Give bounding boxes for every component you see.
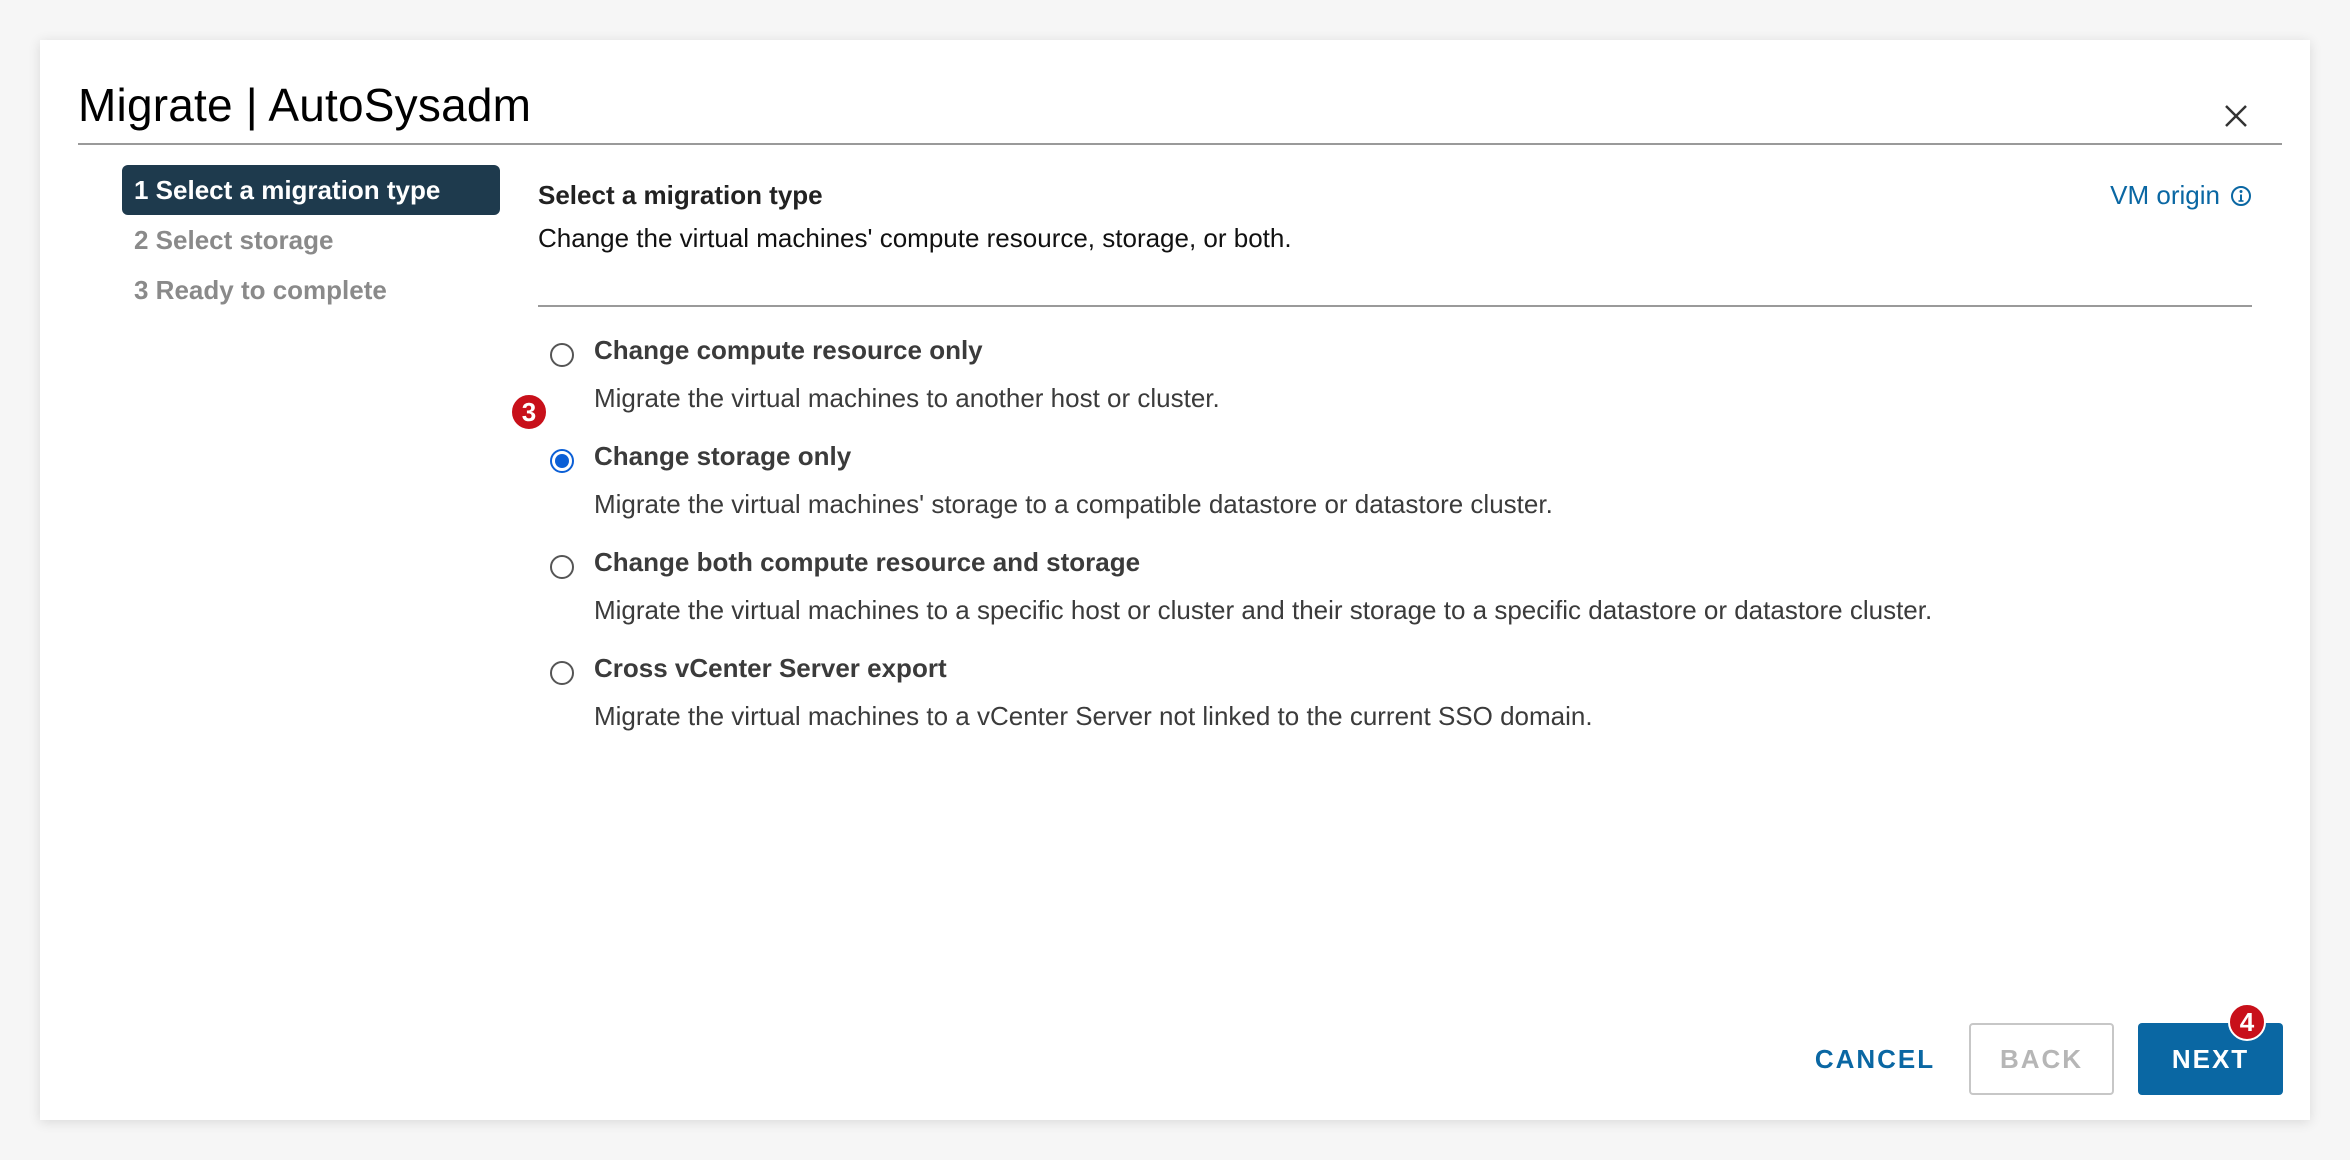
option-cross-vcenter-export: Cross vCenter Server export Migrate the …	[538, 653, 2252, 759]
close-icon	[2225, 105, 2247, 127]
close-button[interactable]	[2215, 95, 2257, 137]
annotation-badge-3: 3	[510, 393, 548, 431]
radio-cross-vcenter-export[interactable]	[550, 661, 574, 685]
option-compute-only: Change compute resource only Migrate the…	[538, 335, 2252, 441]
option-compute-and-storage: Change both compute resource and storage…	[538, 547, 2252, 653]
step-content: Select a migration type Change the virtu…	[538, 180, 2252, 731]
migration-type-options: Change compute resource only Migrate the…	[538, 335, 2252, 759]
wizard-steps: 1 Select a migration type 2 Select stora…	[122, 165, 500, 315]
cancel-button[interactable]: CANCEL	[1790, 1023, 1960, 1095]
dialog-title: Migrate | AutoSysadm	[78, 79, 532, 131]
option-description: Migrate the virtual machines to a specif…	[594, 595, 1933, 625]
option-storage-only: Change storage only Migrate the virtual …	[538, 441, 2252, 547]
dialog-footer: CANCEL BACK NEXT	[40, 1023, 2310, 1095]
option-description: Migrate the virtual machines to a vCente…	[594, 701, 1593, 731]
section-description: Change the virtual machines' compute res…	[538, 223, 1292, 253]
step-select-migration-type[interactable]: 1 Select a migration type	[122, 165, 500, 215]
back-button[interactable]: BACK	[1969, 1023, 2114, 1095]
section-heading: Select a migration type	[538, 180, 823, 210]
radio-compute-only[interactable]	[550, 343, 574, 367]
step-ready-to-complete[interactable]: 3 Ready to complete	[122, 265, 500, 315]
header-divider	[78, 143, 2282, 145]
option-label[interactable]: Change both compute resource and storage	[594, 547, 1140, 578]
option-label[interactable]: Cross vCenter Server export	[594, 653, 947, 684]
radio-storage-only[interactable]	[550, 449, 574, 473]
info-icon	[2231, 185, 2251, 206]
vm-origin-link[interactable]: VM origin	[2110, 180, 2252, 211]
content-divider	[538, 305, 2252, 307]
option-description: Migrate the virtual machines to another …	[594, 383, 1220, 413]
option-label[interactable]: Change compute resource only	[594, 335, 983, 366]
option-description: Migrate the virtual machines' storage to…	[594, 489, 1553, 519]
annotation-badge-4: 4	[2228, 1003, 2266, 1041]
vm-origin-label: VM origin	[2110, 180, 2220, 210]
migrate-dialog: Migrate | AutoSysadm 1 Select a migratio…	[40, 40, 2310, 1120]
option-label[interactable]: Change storage only	[594, 441, 851, 472]
step-select-storage[interactable]: 2 Select storage	[122, 215, 500, 265]
radio-compute-and-storage[interactable]	[550, 555, 574, 579]
